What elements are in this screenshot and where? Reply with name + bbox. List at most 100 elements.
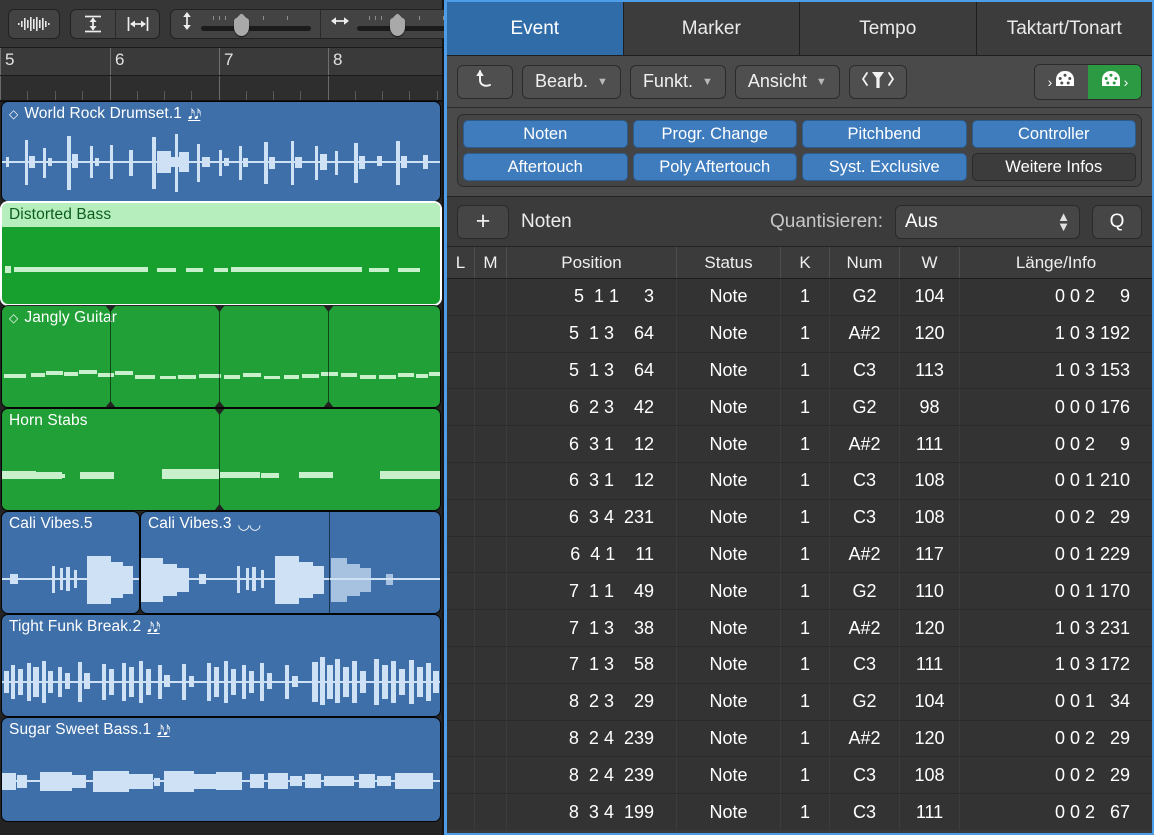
table-row[interactable]: 8 2 4 239Note1A#21200 0 2 29 bbox=[447, 721, 1152, 758]
cell-position[interactable]: 5 1 3 64 bbox=[507, 316, 677, 352]
cell-l[interactable] bbox=[447, 573, 475, 609]
cell-num[interactable]: A#2 bbox=[830, 316, 900, 352]
cell-w[interactable]: 113 bbox=[900, 353, 960, 389]
cell-m[interactable] bbox=[475, 573, 507, 609]
functions-menu-button[interactable]: Funkt. ▼ bbox=[630, 65, 726, 99]
cell-l[interactable] bbox=[447, 353, 475, 389]
cell-length[interactable]: 0 0 2 9 bbox=[960, 279, 1152, 315]
cell-l[interactable] bbox=[447, 684, 475, 720]
cell-status[interactable]: Note bbox=[677, 500, 781, 536]
cell-num[interactable]: C3 bbox=[830, 757, 900, 793]
cell-num[interactable]: G2 bbox=[830, 389, 900, 425]
cell-l[interactable] bbox=[447, 316, 475, 352]
region-sugar-sweet-bass[interactable]: Sugar Sweet Bass.1 𝅘𝅥𝅯𝅘𝅥𝅯 bbox=[2, 718, 440, 821]
cell-w[interactable]: 108 bbox=[900, 500, 960, 536]
table-row[interactable]: 6 3 4 231Note1C31080 0 2 29 bbox=[447, 500, 1152, 537]
cell-num[interactable]: A#2 bbox=[830, 426, 900, 462]
cell-num[interactable]: A#2 bbox=[830, 537, 900, 573]
cell-w[interactable]: 98 bbox=[900, 389, 960, 425]
cell-status[interactable]: Note bbox=[677, 463, 781, 499]
cell-w[interactable]: 111 bbox=[900, 647, 960, 683]
cell-w[interactable]: 120 bbox=[900, 721, 960, 757]
table-row[interactable]: 7 1 3 58Note1C31111 0 3 172 bbox=[447, 647, 1152, 684]
stepper-icon[interactable]: ▲▼ bbox=[1057, 212, 1070, 231]
column-header-num[interactable]: Num bbox=[830, 247, 900, 278]
cell-status[interactable]: Note bbox=[677, 610, 781, 646]
cell-status[interactable]: Note bbox=[677, 279, 781, 315]
table-row[interactable]: 7 1 3 38Note1A#21201 0 3 231 bbox=[447, 610, 1152, 647]
vertical-zoom-knob[interactable] bbox=[234, 18, 249, 36]
column-header-m[interactable]: M bbox=[475, 247, 507, 278]
column-header-w[interactable]: W bbox=[900, 247, 960, 278]
cell-status[interactable]: Note bbox=[677, 537, 781, 573]
table-row[interactable]: 5 1 3 64Note1A#21201 0 3 192 bbox=[447, 316, 1152, 353]
cell-k[interactable]: 1 bbox=[781, 500, 830, 536]
cell-w[interactable]: 108 bbox=[900, 757, 960, 793]
cell-m[interactable] bbox=[475, 537, 507, 573]
cell-position[interactable]: 6 3 1 12 bbox=[507, 463, 677, 499]
cell-length[interactable]: 1 0 3 231 bbox=[960, 610, 1152, 646]
cell-length[interactable]: 0 0 1 170 bbox=[960, 573, 1152, 609]
cell-w[interactable]: 104 bbox=[900, 279, 960, 315]
cell-status[interactable]: Note bbox=[677, 426, 781, 462]
cell-w[interactable]: 104 bbox=[900, 684, 960, 720]
event-list-rows[interactable]: 5 1 1 3Note1G21040 0 2 95 1 3 64Note1A#2… bbox=[447, 279, 1152, 830]
edit-menu-button[interactable]: Bearb. ▼ bbox=[522, 65, 621, 99]
cell-k[interactable]: 1 bbox=[781, 316, 830, 352]
filter-controller-button[interactable]: Controller bbox=[972, 120, 1137, 148]
cell-k[interactable]: 1 bbox=[781, 463, 830, 499]
cell-status[interactable]: Note bbox=[677, 316, 781, 352]
cell-l[interactable] bbox=[447, 537, 475, 573]
cell-w[interactable]: 111 bbox=[900, 426, 960, 462]
cell-num[interactable]: G2 bbox=[830, 573, 900, 609]
cell-m[interactable] bbox=[475, 279, 507, 315]
cell-position[interactable]: 8 3 4 199 bbox=[507, 794, 677, 830]
cell-position[interactable]: 8 2 4 239 bbox=[507, 757, 677, 793]
beat-ruler[interactable] bbox=[0, 76, 442, 102]
view-menu-button[interactable]: Ansicht ▼ bbox=[735, 65, 840, 99]
cell-k[interactable]: 1 bbox=[781, 721, 830, 757]
fit-vertical-icon[interactable] bbox=[71, 10, 115, 38]
cell-position[interactable]: 8 2 3 29 bbox=[507, 684, 677, 720]
table-row[interactable]: 6 2 3 42Note1G2980 0 0 176 bbox=[447, 389, 1152, 426]
cell-m[interactable] bbox=[475, 389, 507, 425]
vertical-zoom-track[interactable] bbox=[201, 14, 311, 34]
vertical-zoom-slider[interactable] bbox=[171, 10, 320, 38]
cell-position[interactable]: 8 2 4 239 bbox=[507, 721, 677, 757]
cell-num[interactable]: G2 bbox=[830, 279, 900, 315]
cell-status[interactable]: Note bbox=[677, 721, 781, 757]
region-tight-funk-break[interactable]: Tight Funk Break.2 𝅘𝅥𝅯𝅘𝅥𝅯 bbox=[2, 615, 440, 716]
cell-m[interactable] bbox=[475, 463, 507, 499]
region-horn-stabs[interactable]: Horn Stabs bbox=[2, 409, 440, 510]
table-row[interactable]: 6 4 1 11Note1A#21170 0 1 229 bbox=[447, 537, 1152, 574]
table-row[interactable]: 7 1 1 49Note1G21100 0 1 170 bbox=[447, 573, 1152, 610]
cell-k[interactable]: 1 bbox=[781, 684, 830, 720]
cell-k[interactable]: 1 bbox=[781, 573, 830, 609]
cell-status[interactable]: Note bbox=[677, 684, 781, 720]
region-cali-vibes-3[interactable]: Cali Vibes.3 ◡◡ bbox=[141, 512, 440, 613]
cell-m[interactable] bbox=[475, 353, 507, 389]
cell-length[interactable]: 0 0 2 29 bbox=[960, 757, 1152, 793]
quantize-select[interactable]: Aus ▲▼ bbox=[895, 205, 1080, 239]
cell-l[interactable] bbox=[447, 757, 475, 793]
table-row[interactable]: 5 1 1 3Note1G21040 0 2 9 bbox=[447, 279, 1152, 316]
cell-status[interactable]: Note bbox=[677, 353, 781, 389]
cell-num[interactable]: A#2 bbox=[830, 721, 900, 757]
table-row[interactable]: 8 2 3 29Note1G21040 0 1 34 bbox=[447, 684, 1152, 721]
cell-k[interactable]: 1 bbox=[781, 610, 830, 646]
cell-status[interactable]: Note bbox=[677, 389, 781, 425]
cell-w[interactable]: 111 bbox=[900, 794, 960, 830]
cell-m[interactable] bbox=[475, 757, 507, 793]
cell-position[interactable]: 5 1 3 64 bbox=[507, 353, 677, 389]
cell-num[interactable]: A#2 bbox=[830, 610, 900, 646]
cell-m[interactable] bbox=[475, 610, 507, 646]
cell-w[interactable]: 110 bbox=[900, 573, 960, 609]
tab-marker[interactable]: Marker bbox=[624, 2, 801, 55]
go-up-button[interactable] bbox=[457, 65, 513, 99]
cell-m[interactable] bbox=[475, 426, 507, 462]
tab-tempo[interactable]: Tempo bbox=[800, 2, 977, 55]
cell-num[interactable]: G2 bbox=[830, 684, 900, 720]
cell-k[interactable]: 1 bbox=[781, 389, 830, 425]
cell-position[interactable]: 6 4 1 11 bbox=[507, 537, 677, 573]
cell-m[interactable] bbox=[475, 316, 507, 352]
